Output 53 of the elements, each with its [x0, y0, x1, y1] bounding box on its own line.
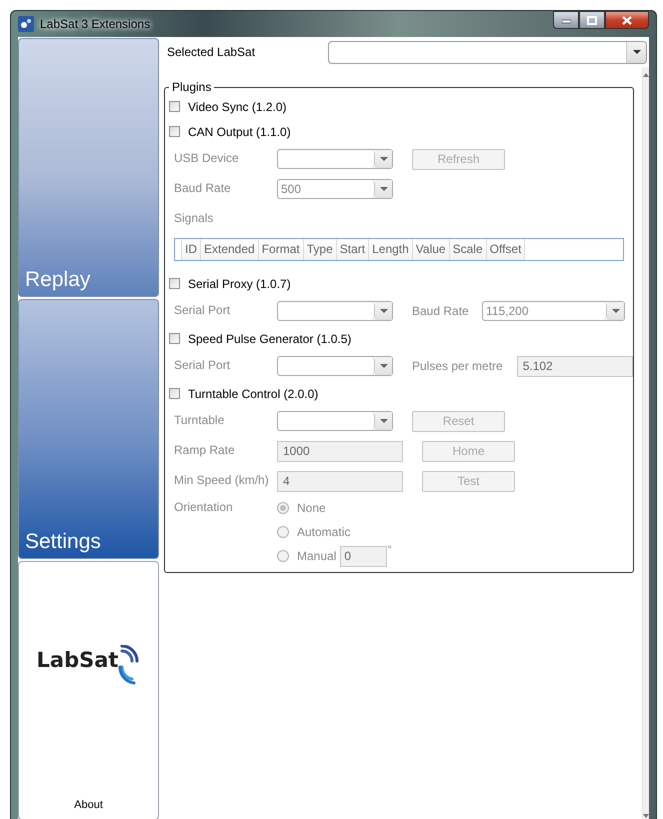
signal-waves-icon [118, 645, 140, 686]
plugin-name: Serial Proxy (1.0.7) [188, 276, 291, 290]
field-label: Baud Rate [412, 304, 470, 318]
plugin-name: Speed Pulse Generator (1.0.5) [188, 332, 352, 346]
field-label: Serial Port [174, 357, 232, 372]
field-label: Turntable [174, 412, 226, 427]
checkbox[interactable] [169, 101, 180, 112]
unit-label: ° [387, 544, 392, 556]
dropdown[interactable]: 115,200 [482, 301, 625, 321]
field-label: Orientation [174, 499, 234, 514]
checkbox[interactable] [169, 278, 180, 289]
app-icon [18, 16, 34, 32]
about-tile[interactable]: LabSat About [18, 560, 159, 819]
radio-button[interactable]: None [277, 501, 326, 515]
input-field[interactable]: 5.102 [516, 356, 633, 376]
nav-tile[interactable]: Replay [18, 38, 159, 298]
checkbox[interactable] [169, 388, 180, 399]
dropdown[interactable] [277, 356, 393, 376]
close-button[interactable] [605, 11, 649, 29]
field-label: USB Device [174, 150, 240, 165]
dropdown[interactable] [277, 301, 393, 321]
field-label: Signals [174, 210, 214, 225]
window-title: LabSat 3 Extensions [40, 17, 152, 31]
plugin-name: CAN Output (1.1.0) [188, 124, 291, 138]
scrollbar[interactable] [642, 67, 649, 819]
plugin-name: Video Sync (1.2.0) [188, 100, 287, 114]
column-header[interactable]: ID [181, 239, 201, 260]
input-field[interactable]: 1000 [277, 440, 403, 462]
group-title: Plugins [169, 80, 214, 94]
field-label: Selected LabSat [167, 45, 256, 59]
minimize-button[interactable] [553, 11, 579, 29]
field-label: Pulses per metre [412, 359, 504, 373]
labsat-dropdown[interactable] [328, 40, 647, 64]
field-label: Serial Port [174, 302, 232, 317]
input-field[interactable]: 4 [277, 470, 403, 492]
checkbox[interactable] [169, 333, 180, 344]
field-label: Baud Rate [174, 180, 232, 195]
logo-text: LabSat [36, 648, 118, 672]
dropdown[interactable] [277, 411, 393, 431]
field-label: Ramp Rate [174, 442, 236, 457]
close-icon [622, 16, 632, 24]
column-header[interactable]: Offset [486, 239, 526, 260]
maximize-icon [587, 16, 597, 24]
dropdown[interactable] [277, 149, 393, 169]
dropdown[interactable]: 500 [277, 179, 393, 199]
maximize-button[interactable] [579, 11, 605, 29]
radio-button[interactable]: Manual [277, 549, 336, 563]
nav-tile[interactable]: Settings [18, 299, 159, 559]
radio-button[interactable]: Automatic [277, 525, 350, 539]
input-field[interactable]: 0 [340, 546, 388, 566]
plugin-name: Turntable Control (2.0.0) [188, 386, 318, 400]
checkbox[interactable] [169, 126, 180, 137]
field-label: Min Speed (km/h) [174, 472, 270, 487]
